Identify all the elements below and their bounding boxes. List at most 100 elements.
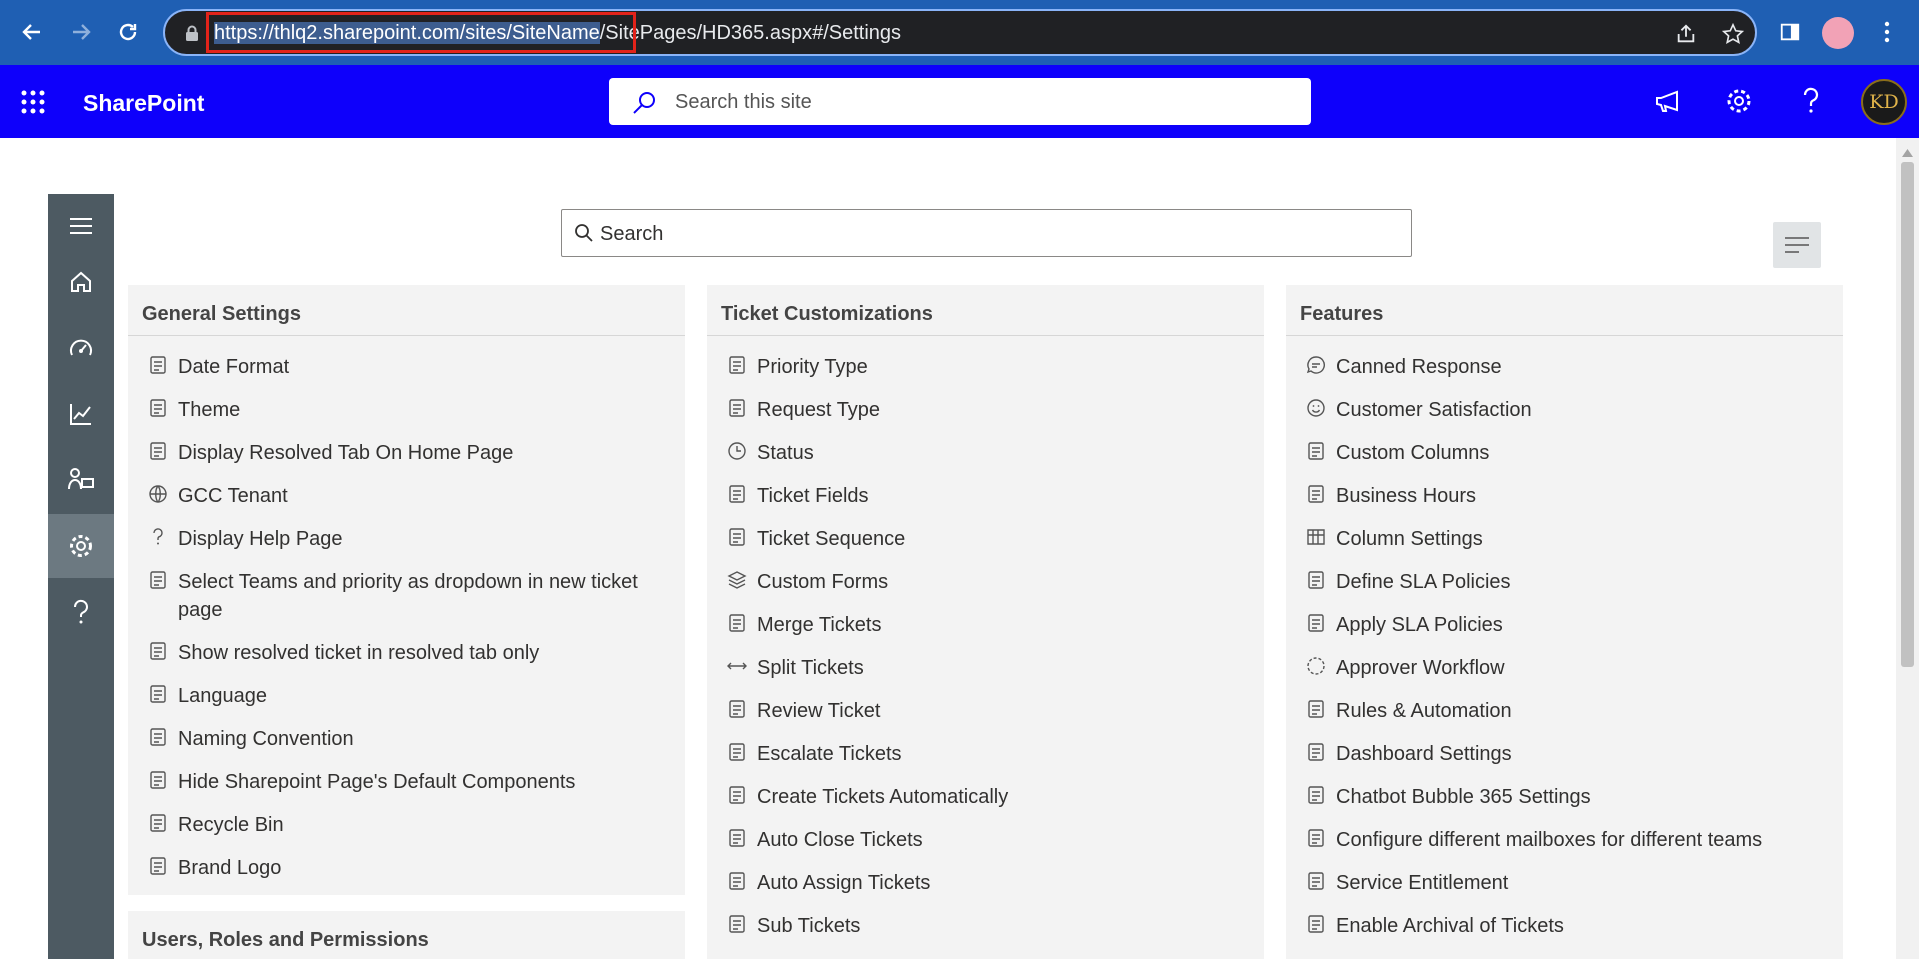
palette-icon bbox=[148, 396, 178, 423]
settings-link-label: Dashboard Settings bbox=[1336, 743, 1512, 765]
general-settings-card: General Settings Date Format Theme Display… bbox=[128, 285, 685, 895]
settings-link-label: Customer Satisfaction bbox=[1336, 399, 1532, 421]
settings-link[interactable]: Apply SLA Policies bbox=[1306, 605, 1829, 648]
settings-link[interactable]: Ticket Sequence bbox=[727, 519, 1250, 562]
chat-icon bbox=[1306, 353, 1336, 380]
reload-icon[interactable] bbox=[110, 14, 146, 50]
bookmark-star-icon[interactable] bbox=[1720, 21, 1746, 47]
settings-link[interactable]: Auto Close Tickets bbox=[727, 820, 1250, 863]
settings-link[interactable]: Show resolved ticket in resolved tab onl… bbox=[148, 633, 671, 676]
settings-link[interactable]: Escalate Tickets bbox=[727, 734, 1250, 777]
settings-link[interactable]: Brand Logo bbox=[148, 848, 671, 891]
settings-link[interactable]: Dashboard Settings bbox=[1306, 734, 1829, 777]
left-navigation bbox=[48, 194, 114, 959]
settings-link[interactable]: Custom Forms bbox=[727, 562, 1250, 605]
settings-link[interactable]: Sub Tickets bbox=[727, 906, 1250, 949]
page-scrollbar[interactable] bbox=[1896, 138, 1919, 959]
escalate-chart-icon bbox=[727, 740, 757, 767]
document-icon bbox=[148, 439, 178, 466]
divider bbox=[707, 335, 1264, 336]
settings-link-label: Custom Columns bbox=[1336, 442, 1490, 464]
settings-link[interactable]: Auto Assign Tickets bbox=[727, 863, 1250, 906]
card-title: General Settings bbox=[142, 303, 301, 325]
suite-bar: SharePoint Search this site KD bbox=[0, 65, 1919, 138]
settings-link[interactable]: Create Tickets Automatically bbox=[727, 777, 1250, 820]
back-icon[interactable] bbox=[14, 14, 50, 50]
analytics-chart-icon[interactable] bbox=[48, 382, 114, 446]
settings-nav-icon[interactable] bbox=[48, 514, 114, 578]
settings-link[interactable]: Merge Tickets bbox=[727, 605, 1250, 648]
help-icon[interactable] bbox=[1793, 83, 1829, 119]
checklist-icon bbox=[727, 353, 757, 380]
settings-link[interactable]: Status bbox=[727, 433, 1250, 476]
user-avatar[interactable]: KD bbox=[1861, 79, 1907, 125]
document-icon bbox=[1306, 439, 1336, 466]
search-icon bbox=[574, 223, 594, 248]
smiley-icon bbox=[1306, 396, 1336, 423]
app-launcher-icon[interactable] bbox=[20, 89, 46, 120]
settings-link-label: Merge Tickets bbox=[757, 614, 882, 636]
settings-link[interactable]: Column Settings bbox=[1306, 519, 1829, 562]
settings-link-label: Select Teams and priority as dropdown in… bbox=[178, 571, 638, 621]
settings-link[interactable]: Naming Convention bbox=[148, 719, 671, 762]
settings-link[interactable]: Business Hours bbox=[1306, 476, 1829, 519]
sharepoint-brand[interactable]: SharePoint bbox=[83, 90, 204, 117]
ticket-icon bbox=[727, 482, 757, 509]
settings-link[interactable]: Service Entitlement bbox=[1306, 863, 1829, 906]
settings-link[interactable]: Recycle Bin bbox=[148, 805, 671, 848]
settings-link[interactable]: Define SLA Policies bbox=[1306, 562, 1829, 605]
settings-link[interactable]: Configure different mailboxes for differ… bbox=[1306, 820, 1829, 863]
forward-icon[interactable] bbox=[63, 14, 99, 50]
dashboard-gauge-icon[interactable] bbox=[48, 316, 114, 380]
settings-link[interactable]: Display Resolved Tab On Home Page bbox=[148, 433, 671, 476]
menu-dots-icon[interactable] bbox=[1869, 14, 1905, 50]
settings-link[interactable]: Date Format bbox=[148, 347, 671, 390]
search-icon bbox=[631, 90, 657, 121]
layers-icon bbox=[727, 568, 757, 595]
url-highlight-box bbox=[206, 12, 636, 53]
settings-link[interactable]: Select Teams and priority as dropdown in… bbox=[148, 562, 671, 633]
settings-link[interactable]: Theme bbox=[148, 390, 671, 433]
settings-link[interactable]: Chatbot Bubble 365 Settings bbox=[1306, 777, 1829, 820]
features-card: Features Canned Response Customer Satisfa… bbox=[1286, 285, 1843, 959]
share-icon[interactable] bbox=[1673, 21, 1699, 47]
settings-link[interactable]: Rules & Automation bbox=[1306, 691, 1829, 734]
scrollbar-thumb[interactable] bbox=[1901, 162, 1914, 667]
settings-link[interactable]: Review Ticket bbox=[727, 691, 1250, 734]
home-icon[interactable] bbox=[48, 250, 114, 314]
scroll-up-arrow-icon[interactable] bbox=[1902, 144, 1913, 162]
settings-link-label: Enable Archival of Tickets bbox=[1336, 915, 1564, 937]
hamburger-menu-icon[interactable] bbox=[48, 194, 114, 258]
people-review-icon bbox=[727, 697, 757, 724]
settings-link[interactable]: Approver Workflow bbox=[1306, 648, 1829, 691]
settings-link[interactable]: Ticket Fields bbox=[727, 476, 1250, 519]
users-roles-card: Users, Roles and Permissions bbox=[128, 911, 685, 959]
settings-link[interactable]: Display Help Page bbox=[148, 519, 671, 562]
side-panel-icon[interactable] bbox=[1772, 14, 1808, 50]
settings-search-input[interactable]: Search bbox=[561, 209, 1412, 257]
profile-avatar[interactable] bbox=[1822, 17, 1854, 49]
help-nav-icon[interactable] bbox=[48, 580, 114, 644]
view-toggle-button[interactable] bbox=[1773, 222, 1821, 268]
settings-link[interactable]: Canned Response bbox=[1306, 347, 1829, 390]
lock-icon[interactable] bbox=[185, 25, 199, 46]
grid-columns-icon bbox=[1306, 525, 1336, 552]
settings-link-label: Apply SLA Policies bbox=[1336, 614, 1503, 636]
settings-link[interactable]: Custom Columns bbox=[1306, 433, 1829, 476]
mail-service-icon bbox=[1306, 869, 1336, 896]
settings-link[interactable]: Customer Satisfaction bbox=[1306, 390, 1829, 433]
settings-link[interactable]: Enable Archival of Tickets bbox=[1306, 906, 1829, 949]
settings-link[interactable]: Language bbox=[148, 676, 671, 719]
settings-link[interactable]: Request Type bbox=[727, 390, 1250, 433]
settings-link-label: Display Help Page bbox=[178, 528, 343, 550]
settings-gear-icon[interactable] bbox=[1721, 83, 1757, 119]
settings-link-label: Custom Forms bbox=[757, 571, 889, 593]
settings-link[interactable]: GCC Tenant bbox=[148, 476, 671, 519]
settings-link[interactable]: Split Tickets bbox=[727, 648, 1250, 691]
megaphone-icon[interactable] bbox=[1649, 83, 1685, 119]
divider bbox=[128, 335, 685, 336]
site-search-box[interactable]: Search this site bbox=[609, 78, 1311, 125]
settings-link[interactable]: Priority Type bbox=[727, 347, 1250, 390]
settings-link[interactable]: Hide Sharepoint Page's Default Component… bbox=[148, 762, 671, 805]
users-board-icon[interactable] bbox=[48, 448, 114, 512]
